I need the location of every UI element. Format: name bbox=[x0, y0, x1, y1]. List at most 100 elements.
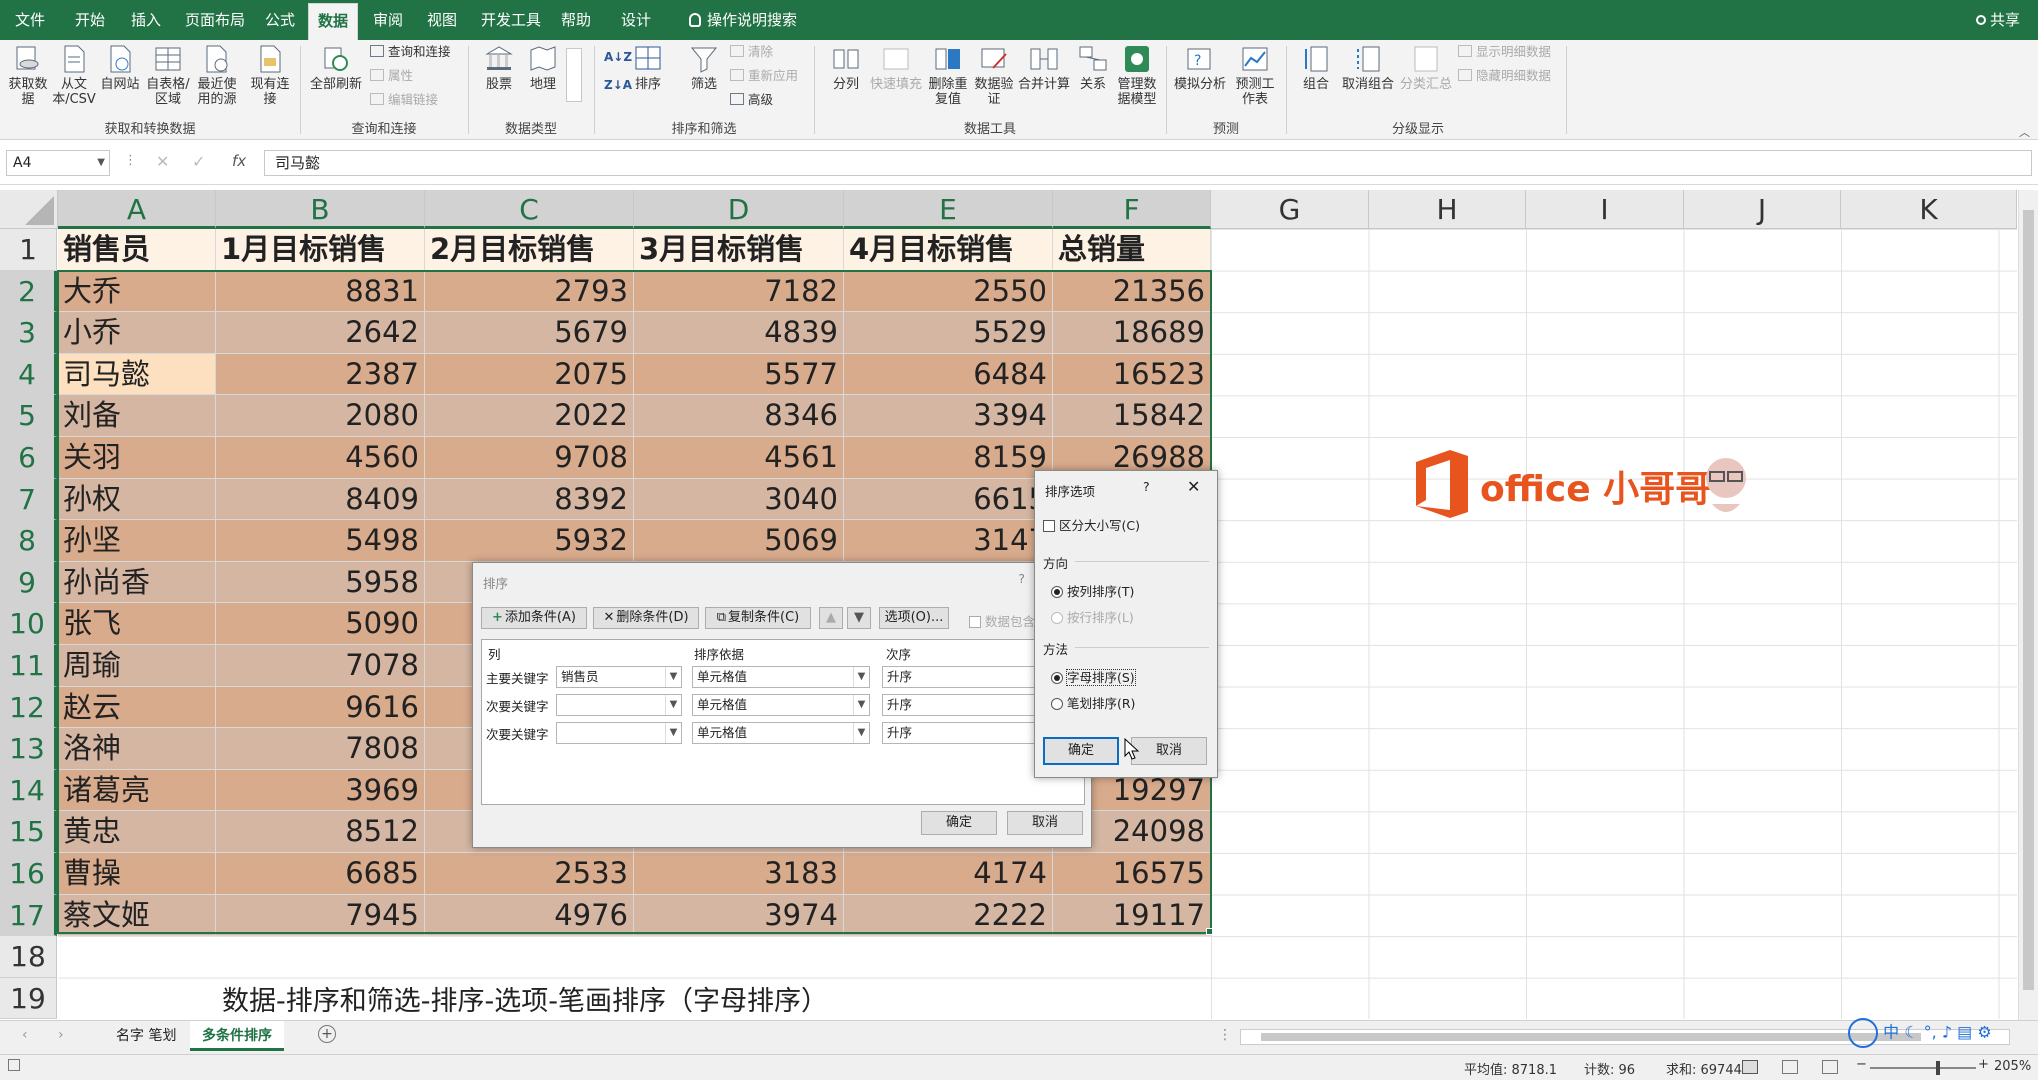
name-box[interactable]: A4 ▼ bbox=[6, 150, 110, 176]
sales-value-cell[interactable]: 18689 bbox=[1053, 312, 1211, 354]
sales-value-cell[interactable]: 5932 bbox=[425, 520, 634, 562]
sales-value-cell[interactable]: 3147 bbox=[844, 520, 1053, 562]
queries-connections-button[interactable]: 查询和连接 bbox=[370, 44, 451, 60]
sales-value-cell[interactable]: 3183 bbox=[634, 853, 844, 895]
row-header[interactable]: 19 bbox=[0, 977, 57, 1020]
zoom-in-icon[interactable]: + bbox=[1978, 1057, 1989, 1072]
sales-value-cell[interactable]: 8346 bbox=[634, 395, 844, 437]
hide-detail-button[interactable]: 隐藏明细数据 bbox=[1458, 68, 1551, 84]
scroll-thumb[interactable] bbox=[2023, 210, 2034, 990]
sales-value-cell[interactable]: 5577 bbox=[634, 353, 844, 396]
sales-value-cell[interactable]: 2533 bbox=[425, 853, 634, 895]
sheet-tab-active[interactable]: 多条件排序 bbox=[190, 1021, 284, 1051]
sales-value-cell[interactable]: 4174 bbox=[844, 853, 1053, 895]
move-up-button[interactable]: ▲ bbox=[819, 607, 843, 629]
move-down-button[interactable]: ▼ bbox=[847, 607, 871, 629]
sales-value-cell[interactable]: 7078 bbox=[216, 645, 425, 687]
tell-me-search[interactable]: 操作说明搜索 bbox=[680, 0, 806, 40]
sales-value-cell[interactable]: 8159 bbox=[844, 437, 1053, 479]
sort-basis-select[interactable]: 单元格值 ▼ bbox=[692, 666, 870, 688]
sales-value-cell[interactable]: 8409 bbox=[216, 478, 425, 521]
share-button[interactable]: 共享 bbox=[1975, 0, 2020, 40]
sheet-tab[interactable]: 名字 笔划 bbox=[104, 1021, 188, 1051]
sales-value-cell[interactable]: 7182 bbox=[634, 270, 844, 313]
sort-cancel-button[interactable]: 取消 bbox=[1007, 811, 1083, 835]
advanced-filter-button[interactable]: 高级 bbox=[730, 92, 773, 108]
table-header-cell[interactable]: 3月目标销售 bbox=[634, 229, 844, 271]
salesperson-cell[interactable]: 小乔 bbox=[58, 312, 216, 354]
remove-duplicates-button[interactable]: 删除重复值 bbox=[926, 44, 970, 107]
sales-value-cell[interactable]: 3974 bbox=[634, 894, 844, 937]
sort-basis-select[interactable]: 单元格值 ▼ bbox=[692, 694, 870, 716]
close-icon[interactable]: ✕ bbox=[1187, 477, 1200, 496]
row-header[interactable]: 1 bbox=[0, 229, 57, 271]
help-icon[interactable]: ? bbox=[1143, 479, 1150, 494]
row-header[interactable]: 6 bbox=[0, 437, 57, 479]
sort-basis-select[interactable]: 单元格值 ▼ bbox=[692, 722, 870, 744]
row-header[interactable]: 12 bbox=[0, 686, 57, 729]
salesperson-cell[interactable]: 赵云 bbox=[58, 686, 216, 729]
sales-value-cell[interactable]: 5090 bbox=[216, 603, 425, 645]
column-header[interactable]: G bbox=[1211, 190, 1369, 229]
normal-view-icon[interactable] bbox=[1742, 1060, 1758, 1074]
alphabetical-radio[interactable]: 字母排序(S) bbox=[1051, 667, 1136, 686]
clear-filter-button[interactable]: 清除 bbox=[730, 44, 773, 60]
tab-review[interactable]: 审阅 bbox=[364, 0, 412, 40]
sort-column-select[interactable]: ▼ bbox=[556, 722, 682, 744]
fill-handle[interactable] bbox=[1206, 928, 1213, 935]
sales-value-cell[interactable]: 16523 bbox=[1053, 353, 1211, 396]
salesperson-cell[interactable]: 蔡文姬 bbox=[58, 894, 216, 937]
ime-toolbar[interactable]: 中 ☾ °, ♪ ▤ ⚙ bbox=[1848, 1018, 2038, 1048]
sales-value-cell[interactable]: 6484 bbox=[844, 353, 1053, 396]
row-header[interactable]: 18 bbox=[0, 936, 57, 978]
options-cancel-button[interactable]: 取消 bbox=[1131, 737, 1207, 765]
salesperson-cell[interactable]: 孙尚香 bbox=[58, 561, 216, 604]
sales-value-cell[interactable]: 16575 bbox=[1053, 853, 1211, 895]
add-level-button[interactable]: + 添加条件(A) bbox=[481, 607, 587, 629]
filter-button[interactable]: 筛选 bbox=[684, 44, 724, 92]
salesperson-cell[interactable]: 曹操 bbox=[58, 853, 216, 895]
reapply-button[interactable]: 重新应用 bbox=[730, 68, 798, 84]
sales-value-cell[interactable]: 15842 bbox=[1053, 395, 1211, 437]
sales-value-cell[interactable]: 2222 bbox=[844, 894, 1053, 937]
sales-value-cell[interactable]: 3969 bbox=[216, 769, 425, 812]
row-header[interactable]: 9 bbox=[0, 561, 57, 604]
existing-connections-button[interactable]: 现有连接 bbox=[250, 44, 290, 107]
subtotal-button[interactable]: 分类汇总 bbox=[1400, 44, 1452, 92]
salesperson-cell[interactable]: 刘备 bbox=[58, 395, 216, 437]
row-header[interactable]: 5 bbox=[0, 395, 57, 437]
sort-button[interactable]: 排序 bbox=[628, 44, 668, 92]
sort-column-select[interactable]: ▼ bbox=[556, 694, 682, 716]
data-validation-button[interactable]: 数据验证 bbox=[972, 44, 1016, 107]
tab-design[interactable]: 设计 bbox=[612, 0, 660, 40]
salesperson-cell[interactable]: 大乔 bbox=[58, 270, 216, 313]
sort-by-column-radio[interactable]: 按列排序(T) bbox=[1051, 581, 1134, 600]
sales-value-cell[interactable]: 5069 bbox=[634, 520, 844, 562]
tab-file[interactable]: 文件 bbox=[6, 0, 54, 40]
salesperson-cell[interactable]: 诸葛亮 bbox=[58, 769, 216, 812]
row-header[interactable]: 14 bbox=[0, 769, 57, 812]
sales-value-cell[interactable]: 21356 bbox=[1053, 270, 1211, 313]
recent-sources-button[interactable]: 最近使用的源 bbox=[194, 44, 240, 107]
ungroup-button[interactable]: 取消组合 bbox=[1340, 44, 1396, 92]
tab-help[interactable]: 帮助 bbox=[552, 0, 600, 40]
tab-insert[interactable]: 插入 bbox=[122, 0, 170, 40]
tab-formulas[interactable]: 公式 bbox=[256, 0, 304, 40]
sales-value-cell[interactable]: 19117 bbox=[1053, 894, 1211, 937]
next-sheet-icon[interactable]: › bbox=[58, 1027, 64, 1043]
zoom-slider-thumb[interactable] bbox=[1936, 1061, 1940, 1075]
sales-value-cell[interactable]: 4561 bbox=[634, 437, 844, 479]
delete-level-button[interactable]: ✕ 删除条件(D) bbox=[593, 607, 699, 629]
from-web-button[interactable]: 自网站 bbox=[100, 44, 140, 92]
geography-button[interactable]: 地理 bbox=[522, 44, 564, 92]
salesperson-cell[interactable]: 周瑜 bbox=[58, 645, 216, 687]
row-header[interactable]: 7 bbox=[0, 478, 57, 521]
sort-column-select[interactable]: 销售员 ▼ bbox=[556, 666, 682, 688]
macro-record-icon[interactable] bbox=[8, 1059, 20, 1071]
column-header[interactable]: D bbox=[634, 190, 844, 229]
enter-formula-icon[interactable]: ✓ bbox=[192, 152, 205, 171]
formula-input[interactable]: 司马懿 bbox=[264, 150, 2032, 176]
row-header[interactable]: 17 bbox=[0, 894, 57, 937]
tab-data[interactable]: 数据 bbox=[308, 3, 359, 40]
scroll-thumb[interactable] bbox=[1261, 1033, 1921, 1041]
